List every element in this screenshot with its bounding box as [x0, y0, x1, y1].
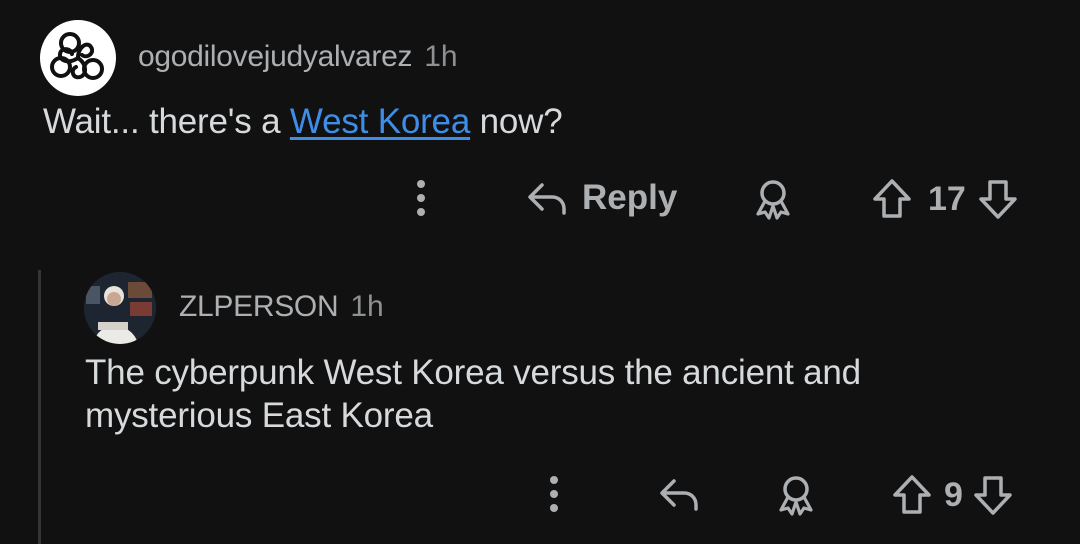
vote-controls: 9	[890, 472, 1015, 518]
comment-1: ogodilovejudyalvarez 1h Wait... there's …	[0, 0, 1080, 244]
user-avatar[interactable]	[84, 272, 156, 344]
more-options-button[interactable]	[541, 472, 567, 516]
more-vertical-icon	[408, 176, 434, 220]
comment-meta: ZLPERSON 1h	[179, 290, 384, 324]
reply-label: Reply	[582, 178, 678, 217]
comment-text: Wait... there's a	[43, 102, 290, 141]
comment-2: ZLPERSON 1h The cyberpunk West Korea ver…	[0, 244, 1080, 544]
downvote-icon[interactable]	[976, 176, 1020, 222]
vote-count: 9	[944, 475, 963, 514]
upvote-icon[interactable]	[890, 472, 934, 518]
reply-button[interactable]	[658, 474, 700, 514]
comment-body: The cyberpunk West Korea versus the anci…	[85, 353, 861, 435]
timestamp: 1h	[424, 40, 458, 73]
timestamp: 1h	[350, 290, 384, 323]
vote-count: 17	[928, 179, 966, 218]
upvote-icon[interactable]	[870, 176, 914, 222]
award-icon	[773, 472, 819, 518]
author-name[interactable]: ogodilovejudyalvarez	[138, 40, 412, 74]
reply-arrow-icon	[526, 178, 568, 218]
author-name[interactable]: ZLPERSON	[179, 290, 339, 324]
comment-meta: ogodilovejudyalvarez 1h	[138, 40, 458, 74]
comment-text: now?	[470, 102, 563, 141]
reply-arrow-icon	[658, 474, 700, 514]
reply-button[interactable]: Reply	[526, 178, 677, 218]
more-vertical-icon	[541, 472, 567, 516]
award-button[interactable]	[773, 472, 819, 518]
user-avatar[interactable]	[40, 20, 116, 96]
award-button[interactable]	[750, 176, 796, 222]
award-icon	[750, 176, 796, 222]
downvote-icon[interactable]	[971, 472, 1015, 518]
comment-link[interactable]: West Korea	[290, 102, 470, 141]
more-options-button[interactable]	[408, 176, 434, 220]
comment-body: Wait... there's a West Korea now?	[43, 100, 1043, 143]
triskelion-icon	[49, 29, 107, 87]
vote-controls: 17	[870, 176, 1020, 222]
